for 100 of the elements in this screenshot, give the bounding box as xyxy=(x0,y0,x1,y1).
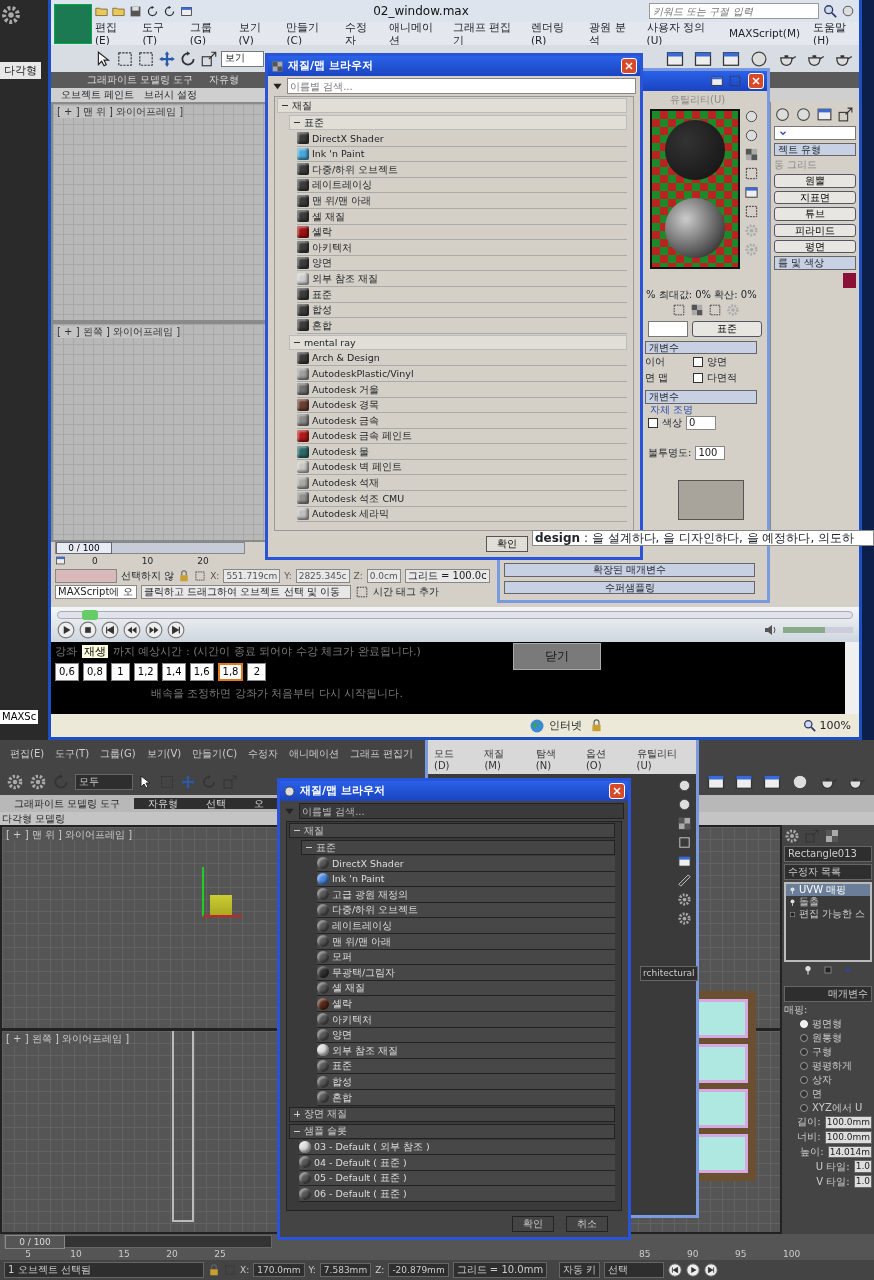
skip-back-icon[interactable] xyxy=(101,621,119,639)
material-item[interactable]: Ink 'n Paint xyxy=(297,146,627,163)
pin-stack-icon[interactable] xyxy=(802,964,814,976)
key-filter-dropdown[interactable]: 선택 xyxy=(604,1262,665,1278)
modifier-stack-item[interactable]: UVW 매핑 xyxy=(786,884,870,896)
time-slider-track[interactable]: 0 / 100 xyxy=(55,542,245,554)
material-item[interactable]: 다중/하위 오브젝트 xyxy=(297,162,627,178)
radio-option[interactable]: 면 xyxy=(784,1088,872,1100)
rollout-header[interactable]: 매개변수 xyxy=(784,986,872,1002)
checkbox[interactable]: 양면 xyxy=(693,356,727,369)
move-arrows-icon[interactable] xyxy=(158,49,176,68)
checkbox[interactable]: 다면적 xyxy=(693,372,737,385)
play-icon[interactable] xyxy=(686,1263,701,1277)
object-type-button[interactable]: 원뿔 xyxy=(774,174,856,188)
time-slider-thumb[interactable]: 0 / 100 xyxy=(5,1235,65,1249)
material-item[interactable]: Autodesk 벽 페인트 xyxy=(297,459,627,476)
radio-option[interactable]: 구형 xyxy=(784,1046,872,1058)
time-tag-button[interactable]: 시간 태그 추가 xyxy=(373,586,440,598)
menu-item[interactable]: 그룹(G) xyxy=(189,20,226,47)
selection-rectangle-icon[interactable] xyxy=(116,49,134,68)
material-item[interactable]: 레이트레이싱 xyxy=(297,177,627,194)
menu-item[interactable]: 수정자 xyxy=(344,20,376,47)
radio-option[interactable]: XYZ에서 U xyxy=(784,1102,872,1114)
stop-icon[interactable] xyxy=(79,621,97,639)
dialog-button[interactable]: 확인 xyxy=(512,1216,554,1232)
coordinate-field[interactable]: 170.0mm xyxy=(253,1262,305,1278)
material-item[interactable]: Arch & Design xyxy=(297,350,627,367)
window-select-icon[interactable] xyxy=(137,49,155,68)
spinner-field[interactable]: 14.014m xyxy=(827,1145,872,1159)
search-field[interactable]: 이름별 검색... xyxy=(287,78,636,94)
menu-item[interactable]: 광원 분석 xyxy=(589,20,634,47)
color-swatch[interactable] xyxy=(843,272,856,288)
speed-button[interactable]: 0,8 xyxy=(82,663,107,682)
modifier-stack-item[interactable]: 편집 가능한 스 xyxy=(786,908,870,920)
selection-filter-dropdown[interactable]: 모두 xyxy=(75,773,133,790)
object-type-button[interactable]: 지표면 xyxy=(774,190,856,205)
sphere-icon[interactable] xyxy=(744,128,759,143)
menu-item[interactable]: 렌더링(R) xyxy=(530,20,577,47)
progress-thumb[interactable] xyxy=(81,610,98,620)
ribbon-tab[interactable]: 그래파이트 모델링 도구 xyxy=(0,797,135,810)
group-header[interactable]: mental ray xyxy=(304,336,356,348)
menu-item[interactable]: 그래프 편집기 xyxy=(453,20,518,47)
group-header[interactable]: 표준 xyxy=(304,116,324,129)
square-icon[interactable] xyxy=(744,166,759,181)
spinner-field[interactable]: 1.0 xyxy=(853,1160,872,1174)
material-item[interactable]: 셸락 xyxy=(297,224,627,241)
menu-item[interactable]: 애니메이션 xyxy=(289,748,340,760)
material-item[interactable]: 외부 참조 재질 xyxy=(297,271,627,287)
close-button[interactable] xyxy=(621,58,637,74)
menu-item[interactable]: 그래프 편집기 xyxy=(350,748,414,760)
material-item[interactable]: 외부 참조 재질 xyxy=(317,1043,615,1059)
scale-icon[interactable] xyxy=(200,49,218,68)
material-item[interactable]: Autodesk 금속 xyxy=(297,413,627,429)
menu-item[interactable]: 편집(E) xyxy=(95,20,130,47)
material-item[interactable]: 무광택/그림자 xyxy=(317,965,615,981)
menu-item[interactable]: 애니메이션 xyxy=(388,20,441,47)
material-item[interactable]: 혼합 xyxy=(297,318,627,334)
object-type-button[interactable]: 튜브 xyxy=(774,207,856,221)
rollout-header[interactable]: 수퍼샘플링 xyxy=(504,580,755,594)
dialog-button[interactable]: 확인 xyxy=(486,536,528,552)
menu-item[interactable]: 보기(V) xyxy=(238,20,274,47)
radio-option[interactable]: 평면형 xyxy=(784,1018,872,1030)
speed-button[interactable]: 0,6 xyxy=(55,663,79,682)
material-item[interactable]: 양면 xyxy=(297,255,627,272)
rewind-icon[interactable] xyxy=(123,621,141,639)
ribbon-tab[interactable]: 오 xyxy=(240,797,279,810)
menu-item[interactable]: 수정자 xyxy=(248,748,279,760)
material-item[interactable]: 고급 광원 재정의 xyxy=(317,887,615,903)
ribbon-tab[interactable]: 선택 xyxy=(192,797,241,810)
close-button[interactable]: 닫기 xyxy=(513,643,601,670)
modifier-stack-item[interactable]: 돌출 xyxy=(786,896,870,908)
material-item[interactable]: DirectX Shader xyxy=(297,131,627,147)
menu-item[interactable]: 사용자 정의(U) xyxy=(646,20,716,47)
menu-item[interactable]: 그룹(G) xyxy=(100,748,136,760)
modifier-list-dropdown[interactable]: 수정자 목록 xyxy=(784,864,872,880)
dialog-button[interactable]: 취소 xyxy=(566,1216,608,1232)
skip-forward-icon[interactable] xyxy=(704,1263,719,1277)
material-item[interactable]: Autodesk 거울 xyxy=(297,381,627,398)
material-item[interactable]: 합성 xyxy=(297,302,627,319)
material-item[interactable]: Autodesk 석조 CMU xyxy=(297,491,627,507)
material-item[interactable]: 셸락 xyxy=(317,996,615,1012)
category-dropdown[interactable] xyxy=(774,126,856,140)
coordinate-field[interactable]: 551.719cm xyxy=(223,569,281,583)
script-field[interactable]: MAXScript에 오 xyxy=(55,585,137,599)
lock-icon[interactable] xyxy=(208,1264,220,1276)
script-field[interactable]: MAXSc xyxy=(0,710,39,724)
ribbon-tab[interactable]: 자유형 xyxy=(134,797,193,810)
speed-button[interactable]: 1,4 xyxy=(161,663,186,682)
group-header[interactable]: 표준 xyxy=(316,841,336,854)
material-item[interactable]: Autodesk 경목 xyxy=(297,397,627,414)
window-icon[interactable] xyxy=(180,4,193,18)
object-type-button[interactable]: 평면 xyxy=(774,239,856,254)
speed-button[interactable]: 1,2 xyxy=(133,663,158,682)
time-slider-thumb[interactable]: 0 / 100 xyxy=(56,542,112,554)
collapse-icon[interactable] xyxy=(294,119,300,126)
object-type-button[interactable]: 피라미드 xyxy=(774,223,856,237)
group-header[interactable]: 재질 xyxy=(292,99,312,112)
viewport-label[interactable]: [ + ] 왼쪽 ] 와이어프레임 ] xyxy=(6,1033,130,1045)
coordinate-field[interactable]: 0.0cm xyxy=(366,569,401,583)
material-item[interactable]: 레이트레이싱 xyxy=(317,918,615,934)
